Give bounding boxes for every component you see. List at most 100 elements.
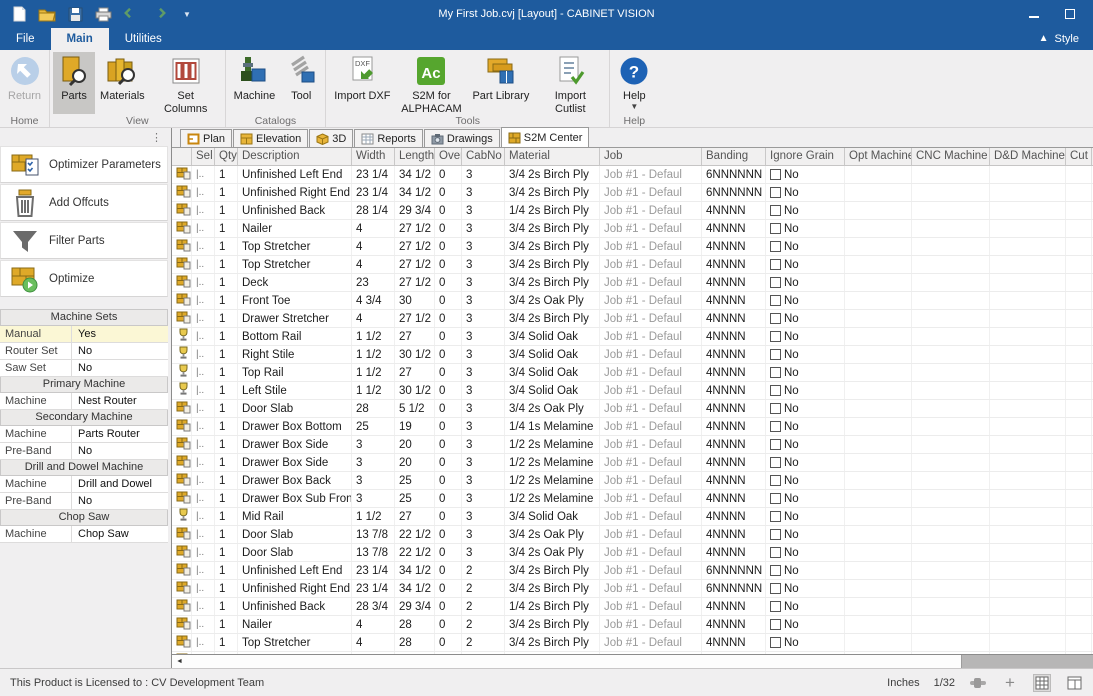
table-row[interactable]: |..1Drawer Box Side320031/2 2s MelamineJ…	[172, 454, 1093, 472]
column-header-len[interactable]: Length	[395, 148, 435, 165]
zoom-slider-icon[interactable]	[969, 674, 987, 692]
ignore-grain-checkbox[interactable]	[770, 367, 781, 378]
sidebar-action-add-offcuts[interactable]: Add Offcuts	[0, 184, 168, 221]
units-indicator[interactable]: Inches	[887, 677, 919, 689]
ignore-grain-checkbox[interactable]	[770, 565, 781, 576]
setting-row-pre-band[interactable]: Pre-BandNo	[0, 443, 168, 460]
ignore-grain-checkbox[interactable]	[770, 403, 781, 414]
setting-value[interactable]: No	[72, 343, 168, 359]
setting-value[interactable]: Chop Saw	[72, 526, 168, 542]
sidebar-options-icon[interactable]: ⋮	[151, 131, 162, 144]
ignore-grain-checkbox[interactable]	[770, 493, 781, 504]
ignore-grain-checkbox[interactable]	[770, 439, 781, 450]
setting-row-machine[interactable]: MachineNest Router	[0, 393, 168, 410]
import-dxf-button[interactable]: DXF Import DXF	[329, 52, 395, 114]
column-header-cab[interactable]: CabNo	[462, 148, 505, 165]
column-header-band[interactable]: Banding	[702, 148, 766, 165]
return-button[interactable]: Return	[3, 52, 46, 114]
table-row[interactable]: |..1Deck2327 1/2033/4 2s Birch PlyJob #1…	[172, 274, 1093, 292]
table-row[interactable]: |..1Top Rail1 1/227033/4 Solid OakJob #1…	[172, 364, 1093, 382]
table-row[interactable]: |..1Top Stretcher428023/4 2s Birch PlyJo…	[172, 634, 1093, 652]
collapse-ribbon-icon[interactable]: ▲	[1039, 34, 1049, 44]
ignore-grain-checkbox[interactable]	[770, 205, 781, 216]
ignore-grain-checkbox[interactable]	[770, 241, 781, 252]
view-tab-plan[interactable]: Plan	[180, 129, 232, 147]
table-row[interactable]: |..1Door Slab13 7/822 1/2033/4 2s Oak Pl…	[172, 544, 1093, 562]
column-header-opt[interactable]: Opt Machine	[845, 148, 912, 165]
grid-view-icon[interactable]	[1033, 674, 1051, 692]
help-button[interactable]: ? Help ▼	[613, 52, 655, 114]
setting-row-router-set[interactable]: Router SetNo	[0, 343, 168, 360]
setting-row-saw-set[interactable]: Saw SetNo	[0, 360, 168, 377]
customize-quick-access-icon[interactable]: ▼	[178, 5, 196, 23]
ignore-grain-checkbox[interactable]	[770, 583, 781, 594]
sidebar-action-optimize[interactable]: Optimize	[0, 260, 168, 297]
tab-main[interactable]: Main	[51, 28, 109, 50]
scrollbar-thumb[interactable]	[187, 655, 962, 668]
table-row[interactable]: |..1Left Stile1 1/230 1/2033/4 Solid Oak…	[172, 382, 1093, 400]
ignore-grain-checkbox[interactable]	[770, 187, 781, 198]
ignore-grain-checkbox[interactable]	[770, 457, 781, 468]
materials-button[interactable]: Materials	[95, 52, 150, 114]
table-row[interactable]: |..1Unfinished Right End23 1/434 1/2033/…	[172, 184, 1093, 202]
setting-row-pre-band[interactable]: Pre-BandNo	[0, 493, 168, 510]
table-row[interactable]: |..1Drawer Box Back325031/2 2s MelamineJ…	[172, 472, 1093, 490]
maximize-button[interactable]	[1065, 9, 1075, 19]
table-row[interactable]: |..1Unfinished Right End23 1/434 1/2023/…	[172, 580, 1093, 598]
setting-value[interactable]: Drill and Dowel	[72, 476, 168, 492]
part-library-button[interactable]: Part Library	[467, 52, 534, 114]
column-header-cut[interactable]: Cut M	[1066, 148, 1092, 165]
undo-icon[interactable]	[122, 5, 140, 23]
table-row[interactable]: |..1Nailer427 1/2033/4 2s Birch PlyJob #…	[172, 220, 1093, 238]
setting-row-machine[interactable]: MachineParts Router	[0, 426, 168, 443]
ignore-grain-checkbox[interactable]	[770, 475, 781, 486]
scroll-left-arrow-icon[interactable]: ◄	[172, 655, 187, 668]
setting-row-machine[interactable]: MachineDrill and Dowel	[0, 476, 168, 493]
ignore-grain-checkbox[interactable]	[770, 313, 781, 324]
table-row[interactable]: |..1Mid Rail1 1/227033/4 Solid OakJob #1…	[172, 508, 1093, 526]
horizontal-scrollbar[interactable]: ◄	[172, 654, 1093, 668]
redo-icon[interactable]	[150, 5, 168, 23]
table-row[interactable]: |..1Door Slab285 1/2033/4 2s Oak PlyJob …	[172, 400, 1093, 418]
ignore-grain-checkbox[interactable]	[770, 511, 781, 522]
table-row[interactable]: |..1Drawer Box Side320031/2 2s MelamineJ…	[172, 436, 1093, 454]
setting-value[interactable]: No	[72, 360, 168, 376]
ignore-grain-checkbox[interactable]	[770, 637, 781, 648]
ignore-grain-checkbox[interactable]	[770, 223, 781, 234]
tab-utilities[interactable]: Utilities	[109, 28, 178, 50]
view-tab-drawings[interactable]: Drawings	[424, 129, 500, 147]
table-row[interactable]: |..1Top Stretcher427 1/2033/4 2s Birch P…	[172, 256, 1093, 274]
column-header-job[interactable]: Job	[600, 148, 702, 165]
column-header-over[interactable]: Over	[435, 148, 462, 165]
column-header-width[interactable]: Width	[352, 148, 395, 165]
table-row[interactable]: |..1Drawer Box Sub Front325031/2 2s Mela…	[172, 490, 1093, 508]
view-tab-elevation[interactable]: Elevation	[233, 129, 308, 147]
table-row[interactable]: |..1Drawer Box Bottom2519031/4 1s Melami…	[172, 418, 1093, 436]
setting-value[interactable]: Nest Router	[72, 393, 168, 409]
new-file-icon[interactable]	[10, 5, 28, 23]
column-header-qty[interactable]: Qty	[215, 148, 238, 165]
save-icon[interactable]	[66, 5, 84, 23]
s2m-for-alphacam-button[interactable]: Ac S2M for ALPHACAM	[395, 52, 467, 114]
column-header-icon[interactable]	[172, 148, 192, 165]
tab-file[interactable]: File	[0, 28, 51, 50]
column-header-mat[interactable]: Material	[505, 148, 600, 165]
table-row[interactable]: |..1Bottom Rail1 1/227033/4 Solid OakJob…	[172, 328, 1093, 346]
view-tab-3d[interactable]: 3D	[309, 129, 353, 147]
style-menu[interactable]: Style	[1055, 33, 1079, 45]
minimize-button[interactable]	[1029, 10, 1039, 18]
zoom-in-icon[interactable]: +	[1001, 674, 1019, 692]
column-header-sel[interactable]: Sel	[192, 148, 215, 165]
ignore-grain-checkbox[interactable]	[770, 295, 781, 306]
setting-value[interactable]: No	[72, 493, 168, 509]
machine-button[interactable]: Machine	[229, 52, 281, 114]
ignore-grain-checkbox[interactable]	[770, 259, 781, 270]
sidebar-action-optimizer-parameters[interactable]: Optimizer Parameters	[0, 146, 168, 183]
print-icon[interactable]	[94, 5, 112, 23]
table-row[interactable]: |..1Door Slab13 7/822 1/2033/4 2s Oak Pl…	[172, 526, 1093, 544]
table-row[interactable]: |..1Top Stretcher427 1/2033/4 2s Birch P…	[172, 238, 1093, 256]
column-header-dd[interactable]: D&D Machine	[990, 148, 1066, 165]
precision-indicator[interactable]: 1/32	[934, 677, 955, 689]
ignore-grain-checkbox[interactable]	[770, 349, 781, 360]
table-row[interactable]: |..1Unfinished Back28 3/429 3/4021/4 2s …	[172, 598, 1093, 616]
